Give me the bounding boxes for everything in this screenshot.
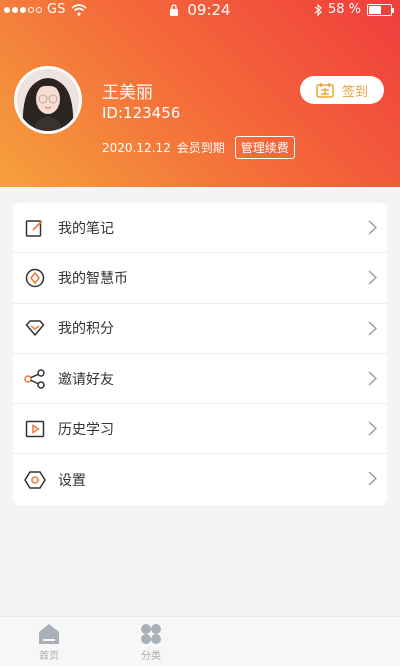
- home-icon: [39, 624, 59, 644]
- menu-item-invite[interactable]: 邀请好友: [13, 354, 387, 405]
- share-icon: [24, 368, 46, 390]
- lock-icon: [170, 4, 179, 16]
- chevron-right-icon: [368, 421, 377, 436]
- profile-header: GS 09:24 58 % 王美丽 ID:123456 2020.12.12 会…: [0, 0, 400, 187]
- menu-item-settings[interactable]: 设置: [13, 454, 387, 504]
- expire-date: 2020.12.12: [102, 140, 171, 155]
- menu-item-coins[interactable]: 我的智慧币: [13, 253, 387, 304]
- tab-home[interactable]: 首页: [29, 623, 69, 662]
- calendar-icon: [316, 83, 334, 98]
- chevron-right-icon: [368, 371, 377, 386]
- tab-bar: 首页 分类: [0, 616, 400, 666]
- chevron-right-icon: [368, 270, 377, 285]
- menu-item-label: 邀请好友: [58, 371, 114, 388]
- battery-icon: [367, 3, 394, 16]
- checkin-button[interactable]: 签到: [300, 76, 384, 104]
- play-history-icon: [24, 418, 46, 440]
- clock: 09:24: [187, 1, 231, 19]
- menu-item-label: 我的智慧币: [58, 270, 128, 287]
- menu-item-points[interactable]: 我的积分: [13, 304, 387, 354]
- bluetooth-icon: [314, 3, 322, 16]
- settings-icon: [24, 469, 46, 491]
- status-bar: GS 09:24 58 %: [0, 0, 400, 22]
- menu-item-label: 历史学习: [58, 421, 114, 438]
- avatar[interactable]: [14, 66, 82, 134]
- avatar-portrait-icon: [17, 69, 79, 131]
- tab-category[interactable]: 分类: [131, 623, 171, 662]
- menu-item-label: 我的笔记: [58, 220, 114, 237]
- renew-button[interactable]: 管理续费: [234, 136, 295, 159]
- chevron-right-icon: [368, 220, 377, 235]
- coin-icon: [24, 267, 46, 289]
- category-icon: [141, 624, 161, 644]
- expire-text: 会员到期: [176, 141, 225, 155]
- diamond-icon: [24, 317, 46, 339]
- menu-item-label: 设置: [58, 472, 86, 489]
- chevron-right-icon: [368, 321, 377, 336]
- menu-list: 我的笔记 我的智慧币 我的积分 邀请好友 历史学习 设置: [13, 203, 387, 505]
- membership-expiry: 2020.12.12 会员到期 管理续费: [102, 136, 295, 159]
- menu-item-notes[interactable]: 我的笔记: [13, 203, 387, 254]
- checkin-label: 签到: [341, 84, 368, 100]
- chevron-right-icon: [368, 471, 377, 486]
- note-edit-icon: [24, 217, 46, 239]
- user-id: ID:123456: [102, 104, 181, 122]
- battery-percent: 58 %: [327, 2, 361, 17]
- tab-label: 首页: [39, 651, 59, 662]
- tab-label: 分类: [141, 651, 161, 662]
- user-name: 王美丽: [102, 83, 153, 103]
- menu-item-label: 我的积分: [58, 321, 114, 338]
- menu-item-history[interactable]: 历史学习: [13, 404, 387, 455]
